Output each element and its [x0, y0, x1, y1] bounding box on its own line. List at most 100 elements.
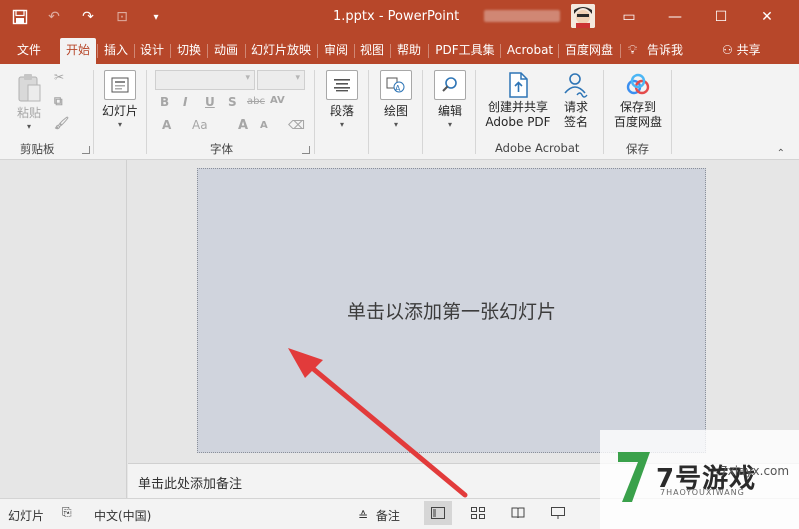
reading-view-button[interactable] [504, 501, 532, 525]
italic-button[interactable]: I [183, 95, 187, 109]
font-dialog-launcher[interactable] [302, 146, 310, 154]
share-button[interactable]: ⚇ 共享 [722, 38, 772, 64]
tab-design[interactable]: 设计 [136, 38, 168, 64]
create-share-pdf-button[interactable]: 创建并共享 Adobe PDF [484, 70, 552, 130]
create-share-pdf-label-2: Adobe PDF [485, 115, 551, 129]
font-name-combo[interactable] [155, 70, 255, 90]
decrease-font-size-button[interactable]: A [260, 120, 268, 131]
character-spacing-button[interactable]: AV [270, 95, 285, 106]
language-indicator[interactable]: 中文(中国) [94, 507, 151, 524]
save-to-baidu-button[interactable]: 保存到 百度网盘 [612, 70, 664, 130]
slideshow-view-button[interactable] [544, 501, 572, 525]
document-title: 1.pptx - PowerPoint [333, 9, 460, 24]
group-separator [368, 70, 369, 154]
customize-qat-icon[interactable]: ▾ [146, 7, 166, 27]
signature-icon [558, 70, 594, 100]
close-button[interactable]: ✕ [744, 0, 790, 34]
new-slide-button[interactable]: 幻灯片 ▾ [100, 70, 140, 129]
find-icon [434, 70, 466, 100]
minimize-button[interactable]: — [652, 0, 698, 34]
tab-file[interactable]: 文件 [10, 38, 48, 64]
new-slide-label: 幻灯片 [101, 104, 138, 118]
spellcheck-icon[interactable]: ⎘ [62, 505, 72, 520]
tell-me-label: 告诉我 [646, 43, 683, 57]
dropdown-caret-icon: ▾ [447, 120, 452, 129]
clear-formatting-icon[interactable]: ⌫ [288, 118, 305, 132]
svg-text:A: A [395, 84, 401, 93]
tab-separator [207, 44, 208, 58]
ribbon-home: 粘贴 ▾ ✂ ⧉ 🖌︎ 剪贴板 幻灯片 ▾ B I U S abc AV A A… [0, 64, 799, 160]
change-case-button[interactable]: Aa [192, 118, 208, 132]
pdf-share-icon [484, 70, 552, 100]
tab-transitions[interactable]: 切换 [172, 38, 206, 64]
account-name-blurred[interactable] [484, 10, 560, 22]
site-watermark: 7号游戏 7HAOYOUXIWANG 7xiayx.com [600, 430, 799, 529]
tab-separator [620, 44, 621, 58]
group-separator [146, 70, 147, 154]
tab-pdf-tools[interactable]: PDF工具集 [430, 38, 500, 64]
paste-button[interactable]: 粘贴 ▾ [12, 72, 46, 131]
save-icon[interactable] [10, 7, 30, 27]
user-avatar[interactable] [571, 4, 595, 28]
tab-view[interactable]: 视图 [356, 38, 388, 64]
slide-sorter-view-button[interactable] [464, 501, 492, 525]
bold-button[interactable]: B [160, 95, 169, 109]
group-separator [475, 70, 476, 154]
increase-font-size-button[interactable]: A [238, 118, 248, 133]
undo-icon[interactable]: ↶ [44, 7, 64, 27]
cut-icon[interactable]: ✂ [54, 70, 64, 84]
tab-acrobat[interactable]: Acrobat [502, 38, 558, 64]
request-signature-button[interactable]: 请求 签名 [558, 70, 594, 130]
save-to-label-2: 百度网盘 [613, 115, 662, 129]
tab-slideshow[interactable]: 幻灯片放映 [247, 38, 315, 64]
notes-toggle[interactable]: ≙ 备注 [358, 507, 400, 524]
tab-separator [97, 44, 98, 58]
strikethrough-button[interactable]: abc [247, 96, 265, 107]
share-label: 共享 [736, 43, 761, 57]
ribbon-display-options-button[interactable]: ▭ [606, 0, 652, 34]
save-group-label: 保存 [626, 142, 649, 156]
tab-animations[interactable]: 动画 [209, 38, 243, 64]
collapse-ribbon-icon[interactable]: ⌃ [777, 148, 785, 159]
format-painter-icon[interactable]: 🖌︎ [54, 116, 69, 130]
normal-view-button[interactable] [424, 501, 452, 525]
slide-thumbnail-pane[interactable] [0, 160, 127, 498]
clipboard-group-label: 剪贴板 [20, 142, 55, 156]
tell-me-search[interactable]: 💡︎ 告诉我 [628, 38, 694, 64]
drawing-label: 绘图 [383, 104, 408, 118]
slide-canvas[interactable]: 单击以添加第一张幻灯片 [197, 168, 706, 453]
paragraph-button[interactable]: 段落 ▾ [324, 70, 360, 129]
shapes-icon: A [380, 70, 412, 100]
watermark-url: 7xiayx.com [720, 464, 790, 478]
text-shadow-button[interactable]: S [228, 95, 237, 109]
dropdown-caret-icon: ▾ [117, 120, 122, 129]
tab-separator [170, 44, 171, 58]
add-first-slide-placeholder[interactable]: 单击以添加第一张幻灯片 [198, 297, 705, 324]
font-color-button[interactable]: A [162, 118, 171, 132]
start-from-beginning-icon[interactable]: ⊡ [112, 7, 132, 27]
notes-placeholder[interactable]: 单击此处添加备注 [138, 473, 242, 492]
editing-button[interactable]: 编辑 ▾ [432, 70, 468, 129]
group-separator [314, 70, 315, 154]
slide-indicator: 幻灯片 [8, 509, 45, 523]
font-group-label: 字体 [210, 142, 233, 156]
notes-icon: ≙ [358, 509, 369, 523]
notes-toggle-label: 备注 [375, 509, 400, 523]
copy-icon[interactable]: ⧉ [54, 94, 63, 109]
tab-review[interactable]: 审阅 [319, 38, 353, 64]
tab-home[interactable]: 开始 [60, 38, 96, 64]
font-size-combo[interactable] [257, 70, 305, 90]
tab-help[interactable]: 帮助 [392, 38, 426, 64]
watermark-logo-icon [618, 452, 650, 502]
maximize-button[interactable]: ☐ [698, 0, 744, 34]
tab-separator [390, 44, 391, 58]
drawing-button[interactable]: A 绘图 ▾ [378, 70, 414, 129]
redo-icon[interactable]: ↷ [78, 7, 98, 27]
tab-insert[interactable]: 插入 [99, 38, 133, 64]
dropdown-caret-icon: ▾ [393, 120, 398, 129]
watermark-pinyin: 7HAOYOUXIWANG [660, 488, 745, 497]
clipboard-dialog-launcher[interactable] [82, 146, 90, 154]
dropdown-caret-icon: ▾ [26, 122, 31, 131]
tab-baidu-netdisk[interactable]: 百度网盘 [560, 38, 618, 64]
underline-button[interactable]: U [205, 95, 215, 109]
